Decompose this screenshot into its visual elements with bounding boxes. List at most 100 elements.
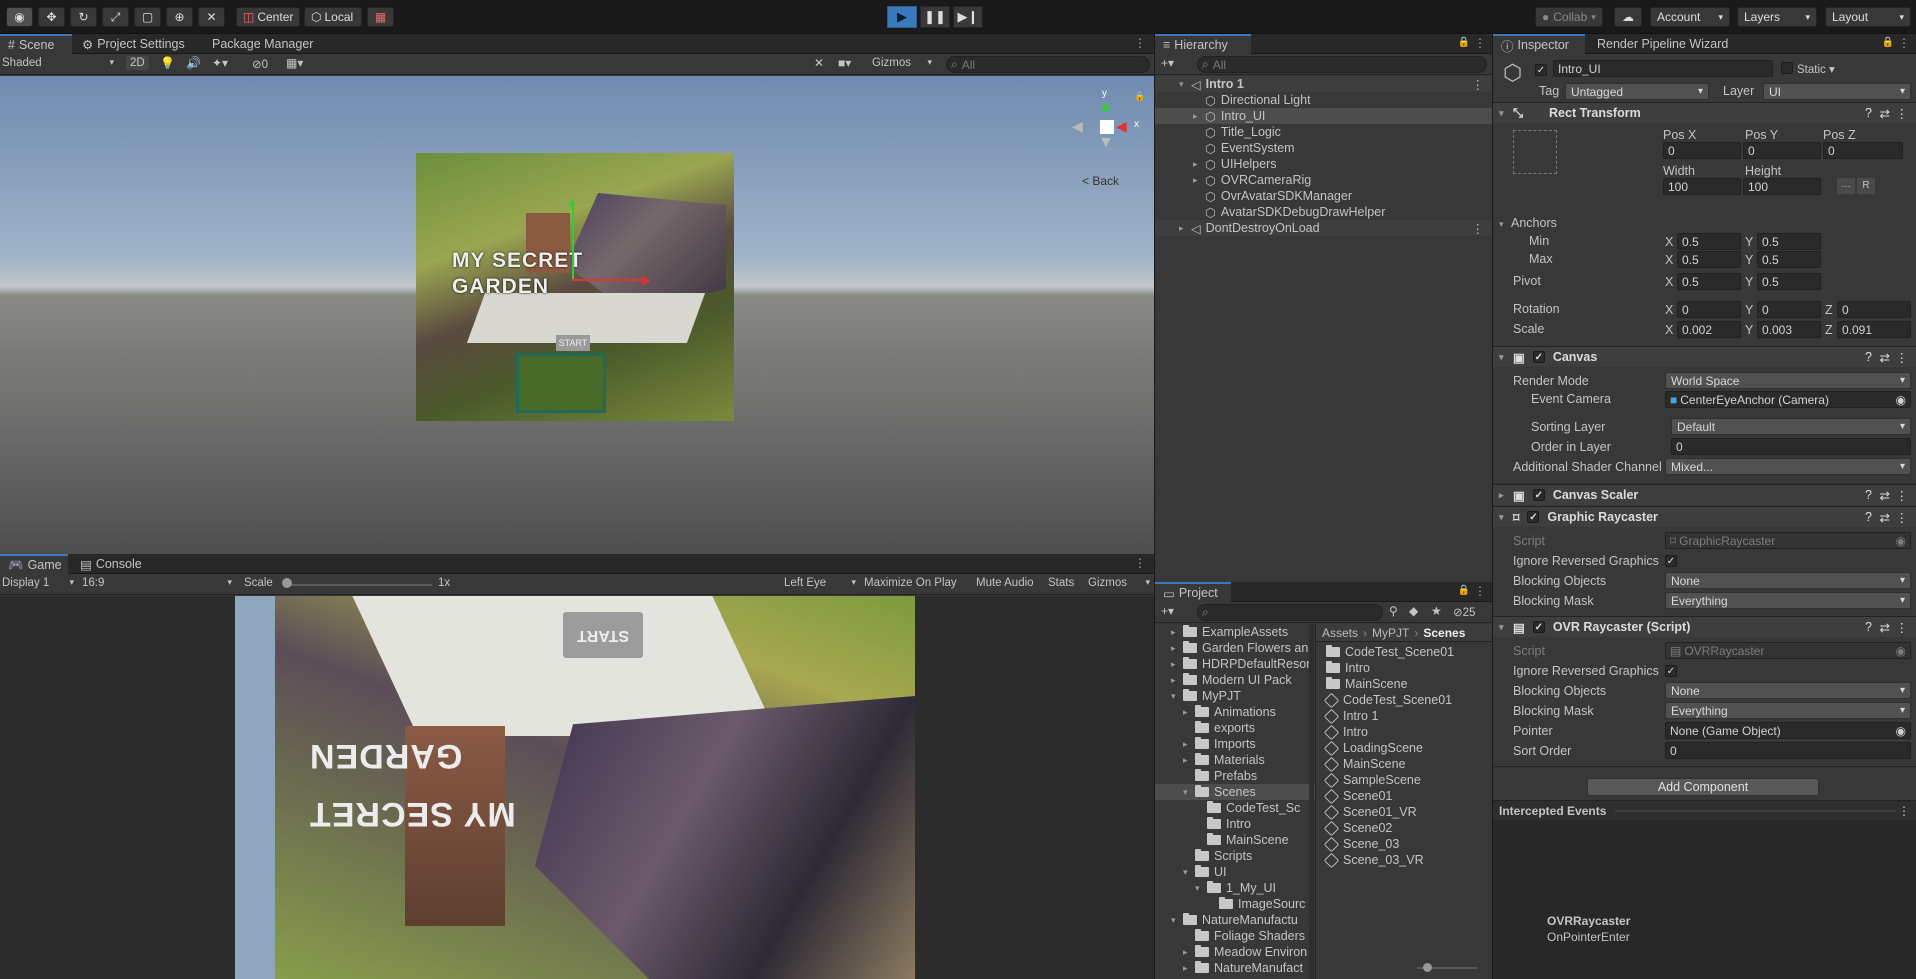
expand-arrow-icon[interactable]: ▾ xyxy=(1195,883,1207,894)
lighting-toggle-icon[interactable]: 💡 xyxy=(160,56,175,70)
expand-arrow-icon[interactable]: ▸ xyxy=(1171,643,1183,654)
scene-viewport[interactable]: MY SECRET GARDEN START ▲ ▶ y ▲ ▼ ◀ ◀ x 🔒… xyxy=(0,76,1154,554)
expand-arrow-icon[interactable]: ▸ xyxy=(1183,707,1195,718)
project-tree-scrollbar[interactable] xyxy=(1309,624,1314,979)
gizmo-neg-x-cone-icon[interactable]: ◀ xyxy=(1072,118,1083,135)
anchor-presets-button[interactable] xyxy=(1513,130,1557,174)
hierarchy-item[interactable]: ⬡ OvrAvatarSDKManager xyxy=(1155,188,1492,204)
pivot-x-field[interactable]: 0.5 xyxy=(1677,273,1741,290)
scale-x-field[interactable]: 0.002 xyxy=(1677,321,1741,338)
game-menu-icon[interactable]: ⋮ xyxy=(1134,556,1146,570)
order-in-layer-field[interactable]: 0 xyxy=(1671,438,1911,455)
project-folder-item[interactable]: ImageSourc xyxy=(1155,896,1315,912)
breadcrumb-assets[interactable]: Assets xyxy=(1322,626,1358,640)
ovr-blocking-mask-dropdown[interactable]: Everything xyxy=(1665,702,1911,719)
project-folder-item[interactable]: ▸ Animations xyxy=(1155,704,1315,720)
ovr-ignore-reversed-checkbox[interactable]: ✓ xyxy=(1665,663,1677,677)
lock-icon[interactable]: 🔒 xyxy=(1134,91,1145,102)
view-back-label[interactable]: < Back xyxy=(1082,174,1119,188)
stats-toggle[interactable]: Stats xyxy=(1048,577,1074,589)
create-dropdown-icon[interactable]: +▾ xyxy=(1161,56,1174,70)
breadcrumb-mypjt[interactable]: MyPJT xyxy=(1372,626,1409,640)
custom-tool-button[interactable]: ✕ xyxy=(198,7,225,27)
project-folder-item[interactable]: ▾ UI xyxy=(1155,864,1315,880)
width-field[interactable]: 100 xyxy=(1663,178,1741,195)
rotate-tool-button[interactable]: ↻ xyxy=(70,7,97,27)
grid-toggle-icon[interactable]: ▦▾ xyxy=(286,56,303,70)
scene-asset-item[interactable]: Scene01_VR xyxy=(1323,804,1492,820)
scene-asset-item[interactable]: Intro 1 xyxy=(1323,708,1492,724)
hierarchy-item[interactable]: ▸ ⬡ Intro_UI xyxy=(1155,108,1492,124)
gizmo-y-arrow-icon[interactable]: ▲ xyxy=(566,195,578,209)
camera-icon[interactable]: ■▾ xyxy=(838,56,851,70)
breadcrumb-scenes[interactable]: Scenes xyxy=(1423,626,1465,640)
lock-icon[interactable]: 🔒 xyxy=(1458,37,1470,48)
posx-field[interactable]: 0 xyxy=(1663,142,1741,159)
scene-canvas-preview[interactable]: MY SECRET GARDEN START ▲ ▶ xyxy=(416,153,734,421)
graphic-raycaster-header[interactable]: ▾ ⌑ ✓ Graphic Raycaster ? ⇄ ⋮ xyxy=(1493,506,1916,527)
2d-toggle[interactable]: 2D xyxy=(126,56,149,70)
hierarchy-item[interactable]: ⬡ Directional Light xyxy=(1155,92,1492,108)
cloud-button[interactable]: ☁ xyxy=(1614,7,1642,27)
gizmo-x-handle[interactable] xyxy=(572,279,646,281)
scale-z-field[interactable]: 0.091 xyxy=(1837,321,1911,338)
effects-toggle-icon[interactable]: ✦▾ xyxy=(212,56,228,70)
preset-icon[interactable]: ⇄ xyxy=(1880,488,1890,503)
anchor-max-y-field[interactable]: 0.5 xyxy=(1757,251,1821,268)
expand-arrow-icon[interactable]: ▾ xyxy=(1171,691,1183,702)
scene-search-input[interactable]: ⌕ All xyxy=(946,56,1150,73)
pivot-space-toggle[interactable]: ⬡ Local xyxy=(304,7,362,27)
scene-asset-item[interactable]: Scene_03 xyxy=(1323,836,1492,852)
project-folder-item[interactable]: Foliage Shaders xyxy=(1155,928,1315,944)
scene-gizmos-dropdown[interactable]: Gizmos ▾ xyxy=(872,57,932,69)
expand-arrow-icon[interactable]: ▸ xyxy=(1171,659,1183,670)
scene-asset-item[interactable]: Scene01 xyxy=(1323,788,1492,804)
tab-inspector[interactable]: ⓘ Inspector xyxy=(1493,34,1585,54)
anchor-max-x-field[interactable]: 0.5 xyxy=(1677,251,1741,268)
hierarchy-menu-icon[interactable]: ⋮ xyxy=(1474,36,1486,50)
scale-slider[interactable] xyxy=(284,584,432,586)
tab-project[interactable]: ▭ Project xyxy=(1155,582,1231,602)
object-picker-icon[interactable]: ◉ xyxy=(1896,393,1906,407)
orientation-gizmo[interactable]: y ▲ ▼ ◀ ◀ x 🔒 xyxy=(1068,88,1148,168)
scene-menu-icon[interactable]: ⋮ xyxy=(1134,36,1146,50)
static-dropdown[interactable]: Static ▾ xyxy=(1797,62,1835,76)
gizmo-center-cube[interactable] xyxy=(1100,120,1114,134)
expand-arrow-icon[interactable]: ▾ xyxy=(1183,787,1195,798)
expand-arrow-icon[interactable]: ▸ xyxy=(1171,675,1183,686)
filter-type-icon[interactable]: ⚲ xyxy=(1389,604,1398,618)
layers-dropdown[interactable]: Layers ▾ xyxy=(1737,7,1817,27)
ovr-blocking-objects-dropdown[interactable]: None xyxy=(1665,682,1911,699)
project-subfolder-item[interactable]: Intro xyxy=(1326,660,1492,676)
object-name-field[interactable]: Intro_UI xyxy=(1553,60,1773,77)
canvas-header[interactable]: ▾ ▣ ✓ Canvas ? ⇄ ⋮ xyxy=(1493,346,1916,367)
expand-arrow-icon[interactable]: ▾ xyxy=(1179,79,1191,90)
static-checkbox[interactable] xyxy=(1781,62,1793,77)
tab-hierarchy[interactable]: ≡ Hierarchy xyxy=(1155,34,1251,54)
lock-icon[interactable]: 🔒 xyxy=(1882,37,1894,48)
gizmo-y-cone-icon[interactable]: ▲ xyxy=(1098,98,1114,116)
pointer-field[interactable]: None (Game Object) ◉ xyxy=(1665,722,1911,739)
shader-channels-dropdown[interactable]: Mixed... xyxy=(1665,458,1911,475)
project-folder-item[interactable]: Prefabs xyxy=(1155,768,1315,784)
expand-arrow-icon[interactable]: ▸ xyxy=(1183,739,1195,750)
inspector-menu-icon[interactable]: ⋮ xyxy=(1898,36,1910,50)
hierarchy-item[interactable]: ▸ ⬡ OVRCameraRig xyxy=(1155,172,1492,188)
layer-dropdown[interactable]: UI xyxy=(1763,83,1911,100)
expand-arrow-icon[interactable]: ▸ xyxy=(1193,159,1205,170)
account-dropdown[interactable]: Account ▾ xyxy=(1650,7,1730,27)
project-folder-item[interactable]: CodeTest_Sc xyxy=(1155,800,1315,816)
game-gizmos-dropdown[interactable]: Gizmos ▾ xyxy=(1088,577,1150,589)
help-icon[interactable]: ? xyxy=(1865,350,1872,364)
height-field[interactable]: 100 xyxy=(1743,178,1821,195)
project-subfolder-item[interactable]: MainScene xyxy=(1326,676,1492,692)
events-menu-icon[interactable]: ⋮ xyxy=(1898,804,1910,818)
game-viewport[interactable]: START GARDEN MY SECRET xyxy=(0,596,1154,979)
rect-transform-header[interactable]: ▾ ⤡ Rect Transform ? ⇄ ⋮ xyxy=(1493,102,1916,123)
grid-snap-button[interactable]: ▦ xyxy=(367,7,394,27)
tab-game[interactable]: 🎮 Game xyxy=(0,554,68,574)
gr-blocking-mask-dropdown[interactable]: Everything xyxy=(1665,592,1911,609)
pivot-y-field[interactable]: 0.5 xyxy=(1757,273,1821,290)
gr-ignore-reversed-checkbox[interactable]: ✓ xyxy=(1665,553,1677,567)
filter-label-icon[interactable]: ◆ xyxy=(1409,604,1418,618)
